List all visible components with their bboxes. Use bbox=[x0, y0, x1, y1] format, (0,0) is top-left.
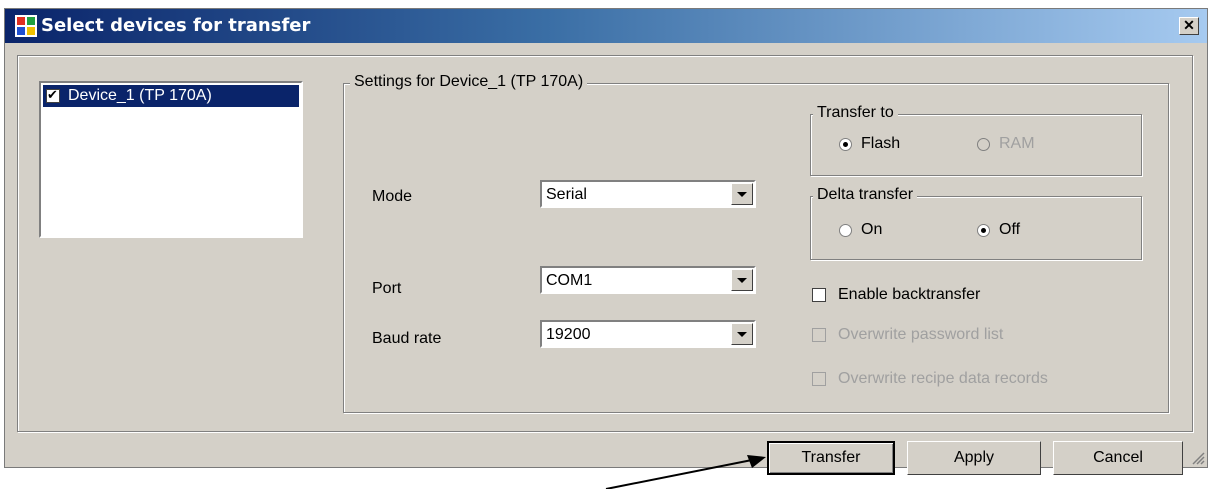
ram-radio: RAM bbox=[977, 135, 1035, 153]
delta-off-label: Off bbox=[999, 221, 1021, 238]
port-label: Port bbox=[372, 280, 402, 297]
resize-grip-icon[interactable] bbox=[1189, 449, 1205, 465]
checkbox-icon[interactable] bbox=[812, 288, 826, 302]
chevron-down-icon[interactable] bbox=[731, 269, 753, 291]
mode-label: Mode bbox=[372, 188, 413, 205]
window-title: Select devices for transfer bbox=[41, 15, 311, 36]
radio-icon[interactable] bbox=[839, 223, 852, 237]
delta-transfer-group: Delta transfer On Off bbox=[810, 186, 1142, 260]
apply-button[interactable]: Apply bbox=[907, 441, 1041, 475]
overwrite-password-checkbox: Overwrite password list bbox=[812, 326, 1003, 344]
delta-transfer-title: Delta transfer bbox=[813, 186, 918, 204]
device-list[interactable]: Device_1 (TP 170A) bbox=[39, 81, 303, 238]
port-select[interactable]: COM1 bbox=[540, 266, 756, 294]
enable-backtransfer-label: Enable backtransfer bbox=[838, 286, 981, 303]
checkbox-icon bbox=[812, 328, 826, 342]
baud-rate-label: Baud rate bbox=[372, 330, 442, 347]
radio-selected-icon[interactable] bbox=[977, 223, 990, 237]
overwrite-password-label: Overwrite password list bbox=[838, 326, 1004, 343]
overwrite-recipe-label: Overwrite recipe data records bbox=[838, 370, 1048, 387]
transfer-button[interactable]: Transfer bbox=[767, 441, 895, 475]
delta-on-radio[interactable]: On bbox=[839, 221, 882, 239]
delta-off-radio[interactable]: Off bbox=[977, 221, 1020, 239]
overwrite-recipe-checkbox: Overwrite recipe data records bbox=[812, 370, 1048, 388]
radio-icon bbox=[977, 137, 990, 151]
delta-on-label: On bbox=[861, 221, 883, 238]
transfer-to-group: Transfer to Flash RAM bbox=[810, 104, 1142, 176]
mode-select[interactable]: Serial bbox=[540, 180, 756, 208]
list-item[interactable]: Device_1 (TP 170A) bbox=[43, 85, 299, 107]
enable-backtransfer-checkbox[interactable]: Enable backtransfer bbox=[812, 286, 980, 304]
dialog-client: Device_1 (TP 170A) Settings for Device_1… bbox=[5, 43, 1207, 475]
flash-radio[interactable]: Flash bbox=[839, 135, 900, 153]
title-bar[interactable]: Select devices for transfer ✕ bbox=[5, 9, 1207, 43]
radio-selected-icon[interactable] bbox=[839, 137, 852, 151]
flash-label: Flash bbox=[861, 135, 901, 152]
close-button[interactable]: ✕ bbox=[1179, 17, 1199, 35]
port-value: COM1 bbox=[546, 272, 593, 289]
settings-group-title: Settings for Device_1 (TP 170A) bbox=[350, 73, 588, 91]
dialog-window: Select devices for transfer ✕ Device_1 (… bbox=[4, 8, 1208, 475]
device-label: Device_1 (TP 170A) bbox=[68, 87, 212, 104]
transfer-to-title: Transfer to bbox=[813, 104, 898, 122]
device-checkbox[interactable] bbox=[46, 87, 60, 103]
chevron-down-icon[interactable] bbox=[731, 323, 753, 345]
close-icon: ✕ bbox=[1183, 17, 1195, 33]
chevron-down-icon[interactable] bbox=[731, 183, 753, 205]
mode-value: Serial bbox=[546, 186, 587, 203]
baud-rate-select[interactable]: 19200 bbox=[540, 320, 756, 348]
baud-rate-value: 19200 bbox=[546, 326, 591, 343]
cancel-button[interactable]: Cancel bbox=[1053, 441, 1183, 475]
app-windows-icon bbox=[15, 15, 37, 37]
settings-group: Settings for Device_1 (TP 170A) Mode Ser… bbox=[343, 73, 1169, 413]
checkbox-icon bbox=[812, 372, 826, 386]
ram-label: RAM bbox=[999, 135, 1035, 152]
